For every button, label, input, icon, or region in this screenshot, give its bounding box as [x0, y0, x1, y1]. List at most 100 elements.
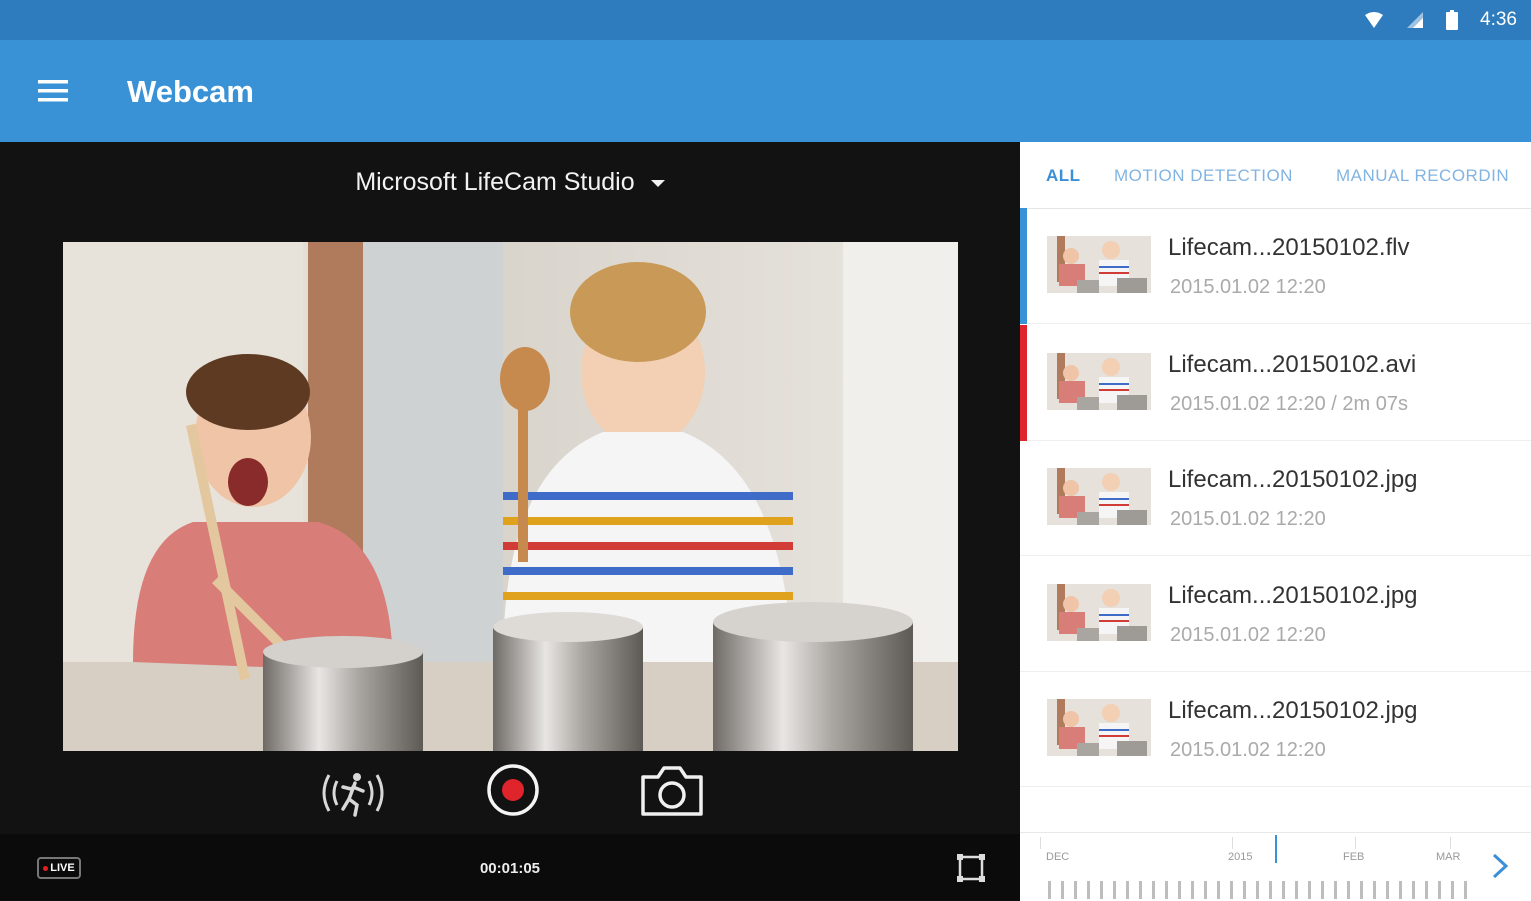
selection-indicator — [1020, 325, 1027, 441]
file-meta: 2015.01.02 12:20 / 2m 07s — [1170, 393, 1408, 416]
timeline-major-tick — [1450, 837, 1451, 849]
app-bar: Webcam — [0, 40, 1531, 142]
timeline-tick — [1113, 881, 1116, 899]
timeline-tick — [1282, 881, 1285, 899]
selection-indicator — [1020, 208, 1027, 324]
timeline-major-tick — [1040, 837, 1041, 849]
file-date: 2015.01.02 12:20 — [1170, 508, 1326, 530]
timeline-tick — [1126, 881, 1129, 899]
timeline-tick — [1178, 881, 1181, 899]
file-meta: 2015.01.02 12:20 — [1170, 508, 1326, 531]
live-view-panel: Microsoft LifeCam Studio LIVE 00:01:05 — [0, 142, 1020, 900]
timeline-label-2015: 2015 — [1228, 851, 1253, 863]
tab-all[interactable]: ALL — [1046, 166, 1081, 186]
timeline-major-tick — [1232, 837, 1233, 849]
file-thumbnail — [1047, 699, 1151, 756]
timeline-tick — [1451, 881, 1454, 899]
file-list-item[interactable]: Lifecam...20150102.flv 2015.01.02 12:20 — [1020, 208, 1531, 324]
timeline-tick — [1139, 881, 1142, 899]
timeline-tick — [1373, 881, 1376, 899]
file-list-item[interactable]: Lifecam...20150102.jpg 2015.01.02 12:20 — [1020, 556, 1531, 672]
menu-button[interactable] — [26, 66, 80, 116]
filter-tabs: ALL MOTION DETECTION MANUAL RECORDIN — [1020, 142, 1531, 209]
timeline-tick — [1295, 881, 1298, 899]
file-list-item[interactable]: Lifecam...20150102.jpg 2015.01.02 12:20 — [1020, 671, 1531, 787]
timeline-major-tick — [1355, 837, 1356, 849]
timeline-tick — [1087, 881, 1090, 899]
timeline-tick — [1230, 881, 1233, 899]
timeline-tick — [1217, 881, 1220, 899]
timeline-tick — [1165, 881, 1168, 899]
timeline-tick — [1243, 881, 1246, 899]
timeline-tick — [1269, 881, 1272, 899]
fullscreen-icon — [957, 854, 985, 882]
menu-icon — [38, 80, 68, 102]
camera-selector[interactable]: Microsoft LifeCam Studio — [0, 168, 1020, 197]
snapshot-button[interactable] — [638, 763, 706, 824]
timeline-tick — [1360, 881, 1363, 899]
file-list-item[interactable]: Lifecam...20150102.avi 2015.01.02 12:20 /… — [1020, 325, 1531, 441]
timeline-tick — [1308, 881, 1311, 899]
playback-status-bar: LIVE 00:01:05 — [0, 834, 1020, 900]
signal-icon — [1407, 12, 1424, 28]
timeline-ticks — [1040, 835, 1467, 899]
timeline-tick — [1191, 881, 1194, 899]
chevron-right-icon — [1492, 853, 1509, 879]
camera-controls — [0, 757, 1020, 832]
file-meta: 2015.01.02 12:20 — [1170, 276, 1326, 299]
file-name: Lifecam...20150102.jpg — [1168, 466, 1418, 493]
file-list-item[interactable]: Lifecam...20150102.jpg 2015.01.02 12:20 — [1020, 440, 1531, 556]
thumbnail-image — [1047, 699, 1151, 756]
record-icon — [487, 764, 539, 816]
file-thumbnail — [1047, 468, 1151, 525]
file-meta: 2015.01.02 12:20 — [1170, 739, 1326, 762]
app-title: Webcam — [127, 74, 254, 109]
timeline-tick — [1412, 881, 1415, 899]
timeline-tick — [1386, 881, 1389, 899]
thumbnail-image — [1047, 468, 1151, 525]
camera-icon — [641, 766, 703, 816]
timeline-tick — [1399, 881, 1402, 899]
battery-icon — [1446, 10, 1459, 30]
fullscreen-button[interactable] — [955, 852, 987, 884]
file-date: 2015.01.02 12:20 — [1170, 624, 1326, 646]
file-meta: 2015.01.02 12:20 — [1170, 624, 1326, 647]
file-name: Lifecam...20150102.jpg — [1168, 697, 1418, 724]
tab-motion-detection[interactable]: MOTION DETECTION — [1114, 166, 1293, 186]
status-time: 4:36 — [1480, 9, 1517, 30]
wifi-icon — [1365, 12, 1384, 28]
file-duration: 2m 07s — [1342, 393, 1408, 415]
timeline-label-dec: DEC — [1046, 851, 1070, 863]
file-thumbnail — [1047, 236, 1151, 293]
meta-separator: / — [1325, 393, 1343, 415]
record-button[interactable] — [484, 761, 542, 824]
timeline[interactable]: DEC 2015 FEB MAR — [1020, 832, 1531, 901]
timeline-next-button[interactable] — [1486, 849, 1514, 883]
timeline-tick — [1074, 881, 1077, 899]
timeline-tick — [1438, 881, 1441, 899]
file-date: 2015.01.02 12:20 — [1170, 393, 1326, 415]
timeline-tick — [1425, 881, 1428, 899]
file-thumbnail — [1047, 353, 1151, 410]
file-date: 2015.01.02 12:20 — [1170, 276, 1326, 298]
timeline-tick — [1347, 881, 1350, 899]
status-bar: 4:36 — [0, 0, 1531, 40]
timeline-tick — [1321, 881, 1324, 899]
thumbnail-image — [1047, 236, 1151, 293]
thumbnail-image — [1047, 584, 1151, 641]
file-name: Lifecam...20150102.jpg — [1168, 582, 1418, 609]
timeline-tick — [1152, 881, 1155, 899]
file-date: 2015.01.02 12:20 — [1170, 739, 1326, 761]
motion-detection-icon — [322, 773, 384, 817]
file-name: Lifecam...20150102.avi — [1168, 351, 1417, 378]
recordings-panel: ALL MOTION DETECTION MANUAL RECORDIN Lif… — [1020, 142, 1531, 901]
timeline-tick — [1061, 881, 1064, 899]
file-name: Lifecam...20150102.flv — [1168, 234, 1410, 261]
live-video-feed[interactable] — [63, 242, 958, 751]
tab-manual-recording[interactable]: MANUAL RECORDIN — [1336, 166, 1509, 186]
file-thumbnail — [1047, 584, 1151, 641]
recording-timer: 00:01:05 — [479, 860, 541, 877]
camera-name: Microsoft LifeCam Studio — [355, 168, 635, 196]
timeline-label-feb: FEB — [1343, 851, 1365, 863]
motion-detection-button[interactable] — [315, 757, 391, 832]
